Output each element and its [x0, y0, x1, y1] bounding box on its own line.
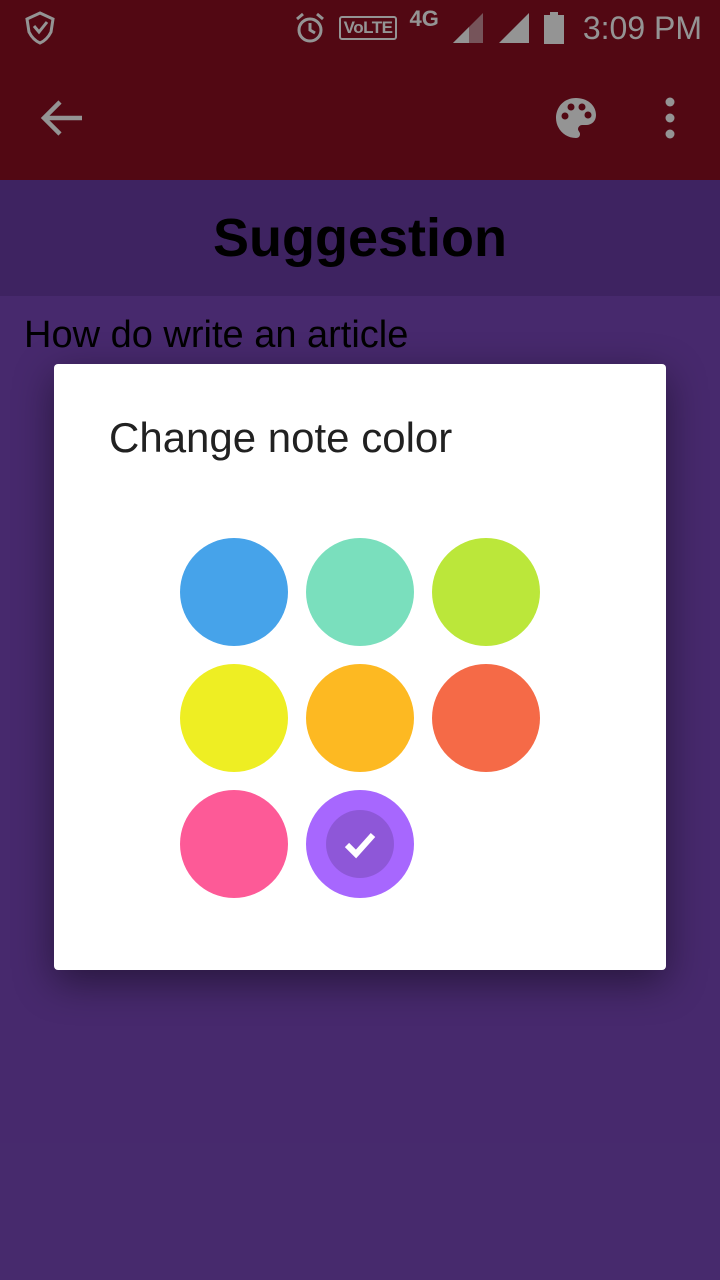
selected-indicator	[326, 810, 394, 878]
check-icon	[344, 832, 376, 859]
change-color-dialog: Change note color	[54, 364, 666, 970]
color-swatch-pink[interactable]	[180, 790, 288, 898]
color-swatch-lime[interactable]	[432, 538, 540, 646]
color-swatch-blue[interactable]	[180, 538, 288, 646]
color-swatch-red[interactable]	[432, 664, 540, 772]
color-swatch-purple[interactable]	[306, 790, 414, 898]
color-swatch-teal[interactable]	[306, 538, 414, 646]
color-swatch-orange[interactable]	[306, 664, 414, 772]
color-swatch-yellow[interactable]	[180, 664, 288, 772]
dialog-title: Change note color	[109, 414, 453, 461]
